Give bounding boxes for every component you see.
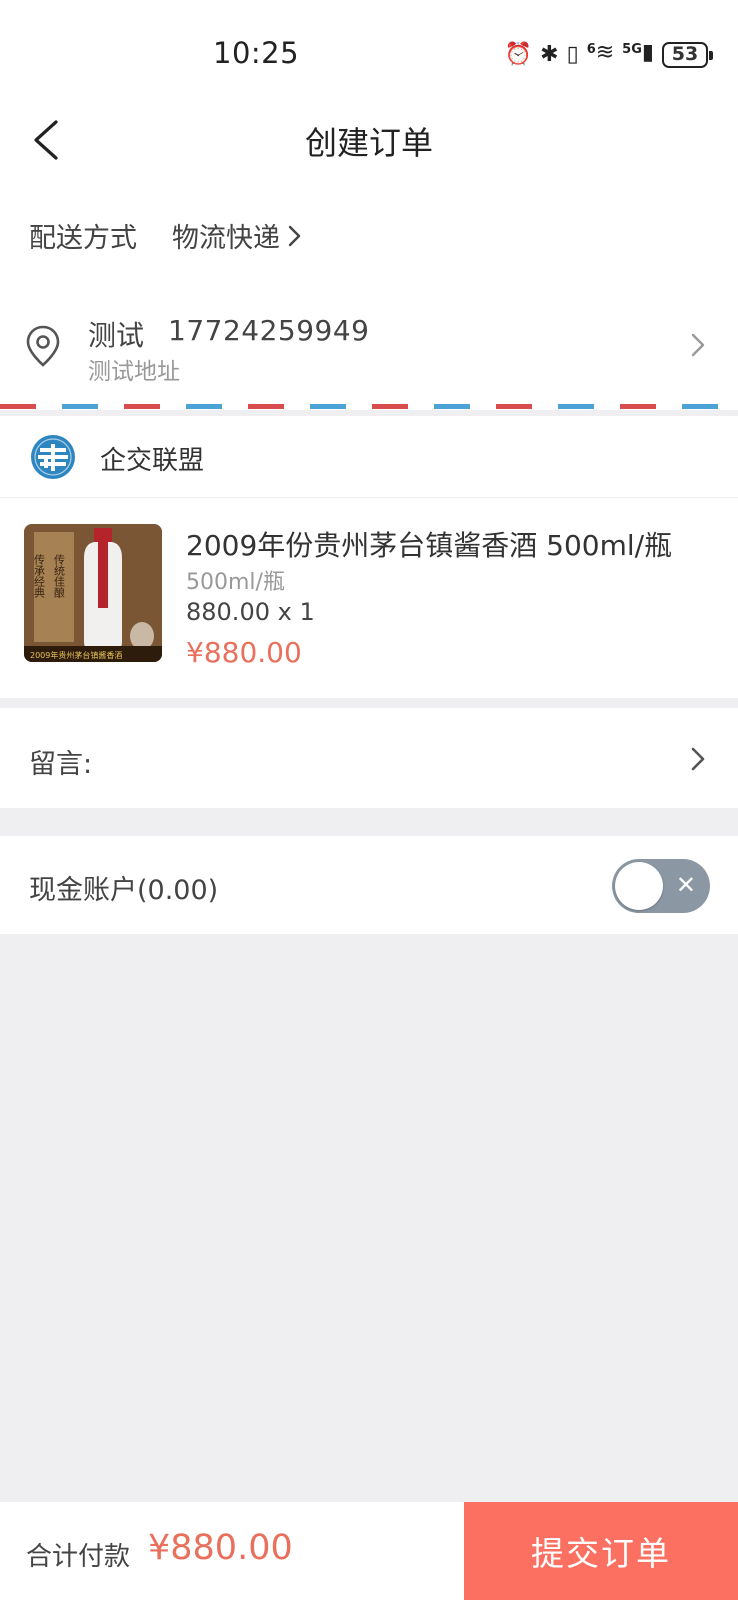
product-quantity: 880.00 x 1 (186, 598, 315, 626)
product-price: ¥880.00 (186, 636, 302, 669)
address-detail: 测试地址 (88, 359, 180, 385)
delivery-method-value: 物流快递 (172, 223, 280, 254)
network-type: 5G (622, 42, 642, 57)
nav-bar: 创建订单 (0, 100, 738, 180)
address-row[interactable]: 测试 17724259949 测试地址 (0, 288, 738, 410)
alarm-icon: ⏰ (504, 41, 533, 67)
page-title: 创建订单 (304, 124, 433, 162)
recipient-name: 测试 (88, 319, 145, 352)
status-icons: ⏰ ✱ ▯ 6≋ 5G▮ 53 (504, 38, 713, 71)
shop-header: 企交联盟 (0, 416, 738, 498)
location-pin-icon (26, 325, 60, 367)
wifi-icon: 6≋ (586, 40, 615, 65)
svg-text:传承经典: 传承经典 (33, 554, 46, 599)
chevron-right-icon (691, 747, 705, 771)
delivery-method-selector[interactable]: 物流快递 (172, 216, 302, 255)
shop-name: 企交联盟 (100, 446, 205, 476)
create-order-page: 10:25 ⏰ ✱ ▯ 6≋ 5G▮ 53 创建订单 配送方式 物流快递 测试 … (0, 0, 738, 1600)
product-image-art: 传承经典 传统佳酿 2009年贵州茅台镇酱香酒 (24, 524, 162, 662)
product-title: 2009年份贵州茅台镇酱香酒 500ml/瓶 (186, 529, 673, 562)
status-bar: 10:25 ⏰ ✱ ▯ 6≋ 5G▮ 53 (0, 0, 738, 100)
vibrate-icon: ▯ (566, 41, 579, 67)
status-time: 10:25 (213, 36, 300, 70)
checkout-bar: 合计付款 ¥880.00 提交订单 (0, 1502, 738, 1600)
product-item[interactable]: 传承经典 传统佳酿 2009年贵州茅台镇酱香酒 2009年份贵州茅台镇酱香酒 5… (0, 498, 738, 698)
shop-logo-icon (31, 435, 75, 479)
submit-order-button[interactable]: 提交订单 (464, 1502, 738, 1600)
bluetooth-icon: ✱ (540, 41, 559, 67)
wifi-badge: 6 (586, 42, 596, 57)
chevron-right-icon (288, 225, 301, 246)
chevron-right-icon (691, 333, 705, 357)
svg-text:传统佳酿: 传统佳酿 (53, 554, 66, 599)
close-icon: ✕ (675, 871, 696, 899)
total-amount: ¥880.00 (148, 1528, 293, 1568)
recipient-phone: 17724259949 (168, 314, 370, 347)
cash-account-label: 现金账户(0.00) (29, 875, 219, 906)
total-label: 合计付款 (26, 1542, 131, 1572)
cash-account-toggle[interactable]: ✕ (612, 859, 710, 913)
delivery-method-row: 配送方式 物流快递 (0, 180, 738, 288)
toggle-knob (615, 862, 663, 910)
battery-icon: 53 (662, 41, 713, 68)
signal-icon: 5G▮ (622, 40, 654, 65)
message-row[interactable]: 留言: (0, 708, 738, 808)
delivery-method-label: 配送方式 (29, 223, 137, 254)
airmail-divider (0, 404, 738, 409)
product-spec: 500ml/瓶 (186, 570, 285, 595)
product-image: 传承经典 传统佳酿 2009年贵州茅台镇酱香酒 (24, 524, 162, 662)
message-label: 留言: (29, 749, 93, 780)
product-image-caption: 2009年贵州茅台镇酱香酒 (30, 650, 122, 660)
cash-account-row: 现金账户(0.00) ✕ (0, 836, 738, 934)
